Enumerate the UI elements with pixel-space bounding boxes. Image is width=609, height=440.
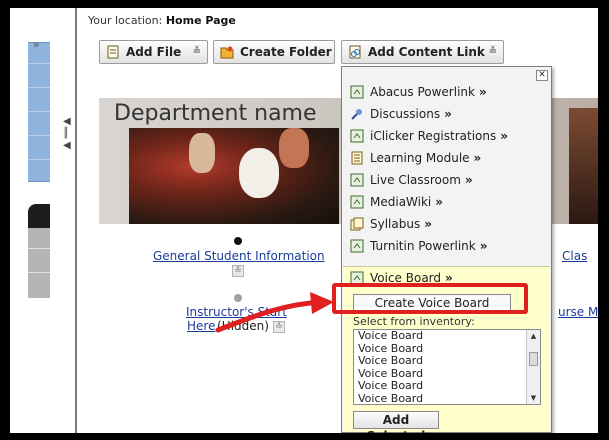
performers-photo-right: [569, 108, 598, 224]
inventory-option[interactable]: Voice Board: [354, 379, 540, 393]
breadcrumb-current: Home Page: [165, 14, 236, 27]
create-folder-label: Create Folder: [240, 45, 332, 59]
inventory-option[interactable]: Voice Board: [354, 392, 540, 404]
inventory-option[interactable]: Voice Board: [354, 354, 540, 368]
scroll-thumb[interactable]: [529, 352, 538, 366]
course-link[interactable]: urse M: [558, 305, 598, 319]
breadcrumb: Your location: Home Page: [88, 14, 236, 27]
instructors-start-link-here[interactable]: Here: [187, 319, 215, 333]
menu-item-discussions[interactable]: Discussions»: [348, 104, 548, 124]
bullet-icon: [234, 237, 242, 245]
sidebar-tools-panel[interactable]: [28, 42, 50, 182]
performers-photo: [129, 128, 339, 224]
inventory-label: Select from inventory:: [353, 315, 475, 328]
add-content-link-label: Add Content Link: [368, 45, 485, 59]
add-file-label: Add File: [126, 45, 182, 59]
lms-window: » ◀ ║ ◀ Your location: Home Page Add File …: [10, 8, 598, 433]
collapsed-sidebar: [28, 8, 50, 433]
sidebar-divider: [75, 8, 77, 433]
inventory-option[interactable]: Voice Board: [354, 330, 540, 343]
double-chevron-down-icon[interactable]: »: [33, 38, 40, 51]
inventory-listbox[interactable]: Voice Board Voice Board Voice Board Voic…: [353, 329, 541, 405]
add-content-link-button[interactable]: Add Content Link ≚: [341, 40, 504, 64]
menu-item-mediawiki[interactable]: MediaWiki»: [348, 192, 548, 212]
sidebar-header: [28, 204, 50, 228]
annotation-highlight-box: [332, 283, 528, 314]
tool-icon: [350, 85, 364, 99]
menu-item-iclicker-registrations[interactable]: iClicker Registrations»: [348, 126, 548, 146]
tool-icon: [350, 239, 364, 253]
file-icon: [107, 45, 119, 59]
menu-item-abacus-powerlink[interactable]: Abacus Powerlink»: [348, 82, 548, 102]
menu-item-turnitin-powerlink[interactable]: Turnitin Powerlink»: [348, 236, 548, 256]
chevron-down-icon: ≚: [192, 46, 201, 57]
tool-icon: [350, 173, 364, 187]
close-icon[interactable]: ✕: [536, 70, 548, 81]
tool-icon: [350, 195, 364, 209]
pin-icon: [351, 109, 362, 120]
tool-icon: [350, 129, 364, 143]
breadcrumb-prefix: Your location:: [88, 14, 163, 27]
collapse-sidebar-handle[interactable]: ◀ ║ ◀: [63, 116, 77, 158]
sidebar-menu-panel[interactable]: [28, 228, 50, 298]
class-link[interactable]: Clas: [562, 249, 587, 263]
menu-item-syllabus[interactable]: Syllabus»: [348, 214, 548, 234]
menu-item-live-classroom[interactable]: Live Classroom»: [348, 170, 548, 190]
annotation-arrow-icon: [215, 292, 334, 333]
scroll-up-icon[interactable]: ▲: [527, 330, 540, 342]
folder-icon: [220, 46, 234, 59]
add-selected-button[interactable]: Add Selected: [353, 411, 439, 433]
inventory-scrollbar[interactable]: ▲ ▼: [526, 330, 540, 404]
link-icon: [349, 45, 361, 59]
scroll-down-icon[interactable]: ▼: [527, 392, 540, 404]
chevron-down-icon[interactable]: ≚: [232, 265, 244, 277]
menu-item-learning-module[interactable]: Learning Module»: [348, 148, 548, 168]
module-icon: [351, 151, 363, 165]
chevron-down-icon: ≚: [488, 46, 497, 57]
add-file-button[interactable]: Add File ≚: [99, 40, 208, 64]
general-student-information-link[interactable]: General Student Information: [153, 249, 325, 263]
syllabus-icon: [350, 217, 364, 231]
add-content-link-menu: ✕ Abacus Powerlink» Discussions» iClicke…: [341, 66, 552, 433]
banner-title: Department name: [114, 101, 317, 126]
create-folder-button[interactable]: Create Folder: [213, 40, 335, 64]
